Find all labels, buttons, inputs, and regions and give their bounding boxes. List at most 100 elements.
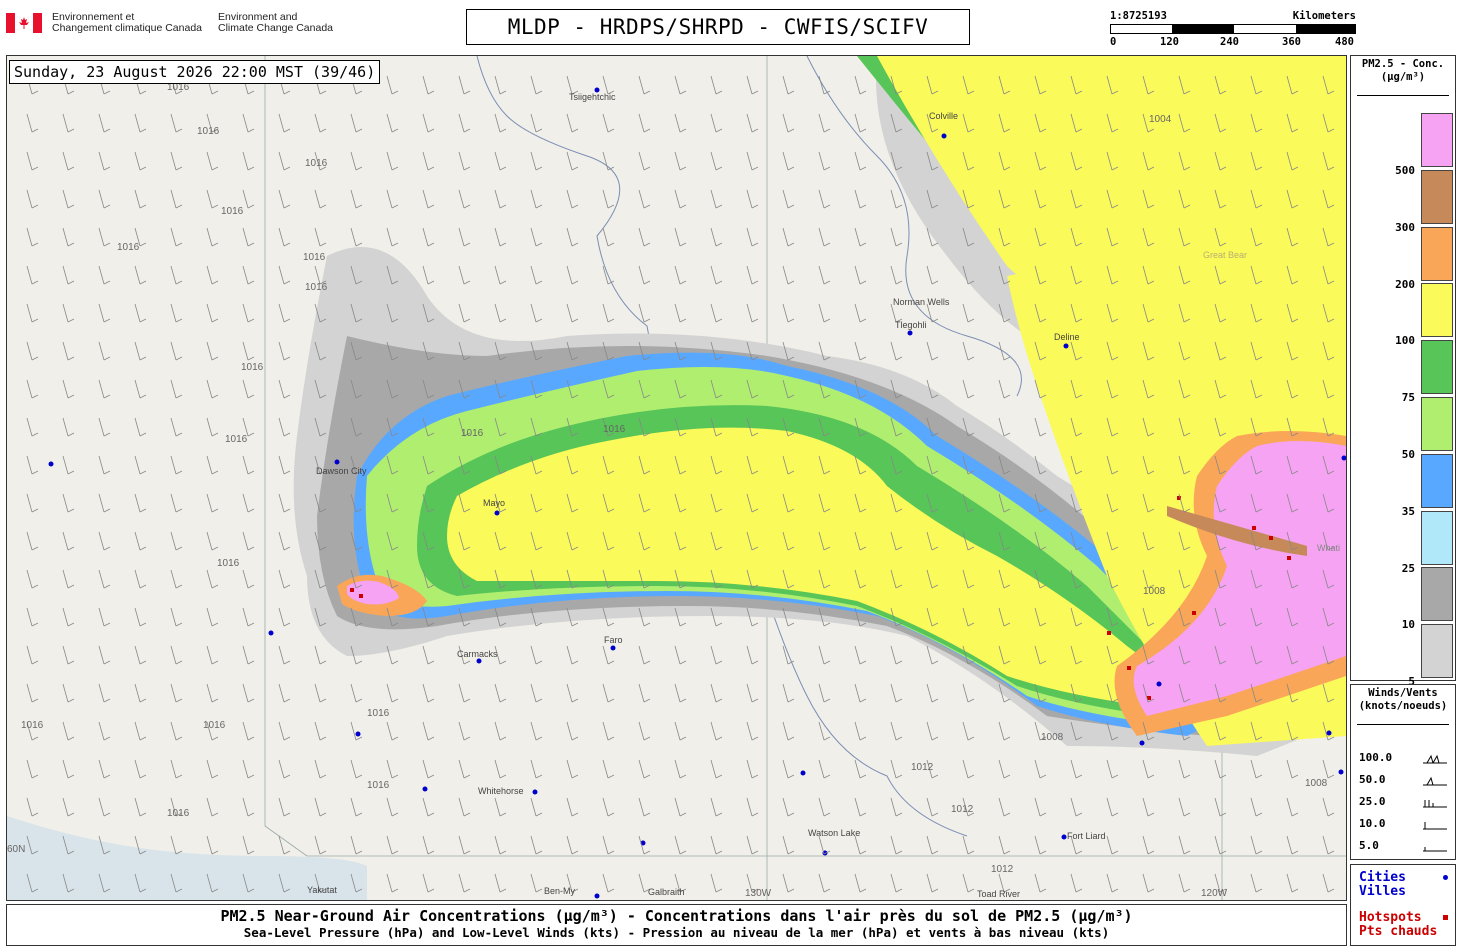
- wind-barb: [1070, 759, 1083, 779]
- wind-barb: [710, 113, 723, 133]
- wind-barb: [494, 303, 507, 323]
- wind-barb: [170, 607, 183, 627]
- wind-barb: [386, 759, 399, 779]
- isobar-label: 1016: [367, 708, 390, 719]
- wind-barb: [386, 113, 399, 133]
- wind-barb: [206, 303, 219, 323]
- scale-bar-graphic: [1110, 24, 1356, 34]
- wind-barb: [134, 759, 147, 779]
- wind-barb: [62, 493, 75, 513]
- wind-barb: [530, 189, 543, 209]
- wind-barb: [602, 303, 615, 323]
- wind-barb: [26, 379, 39, 399]
- city-label: Faro: [604, 635, 623, 645]
- city-label: Colville: [929, 111, 959, 121]
- wind-barb: [386, 835, 399, 855]
- wind-barb: [62, 569, 75, 589]
- wind-barb-icon: [1423, 776, 1447, 786]
- wind-barb: [26, 417, 39, 437]
- wind-barb: [458, 113, 471, 133]
- wind-barb: [422, 645, 435, 665]
- wind-barb: [602, 835, 615, 855]
- wind-barb: [1250, 873, 1263, 893]
- wind-barb: [278, 569, 291, 589]
- wind-barb: [350, 721, 363, 741]
- wind-barb: [1286, 835, 1299, 855]
- wind-barb: [1286, 873, 1299, 893]
- wind-barb: [170, 417, 183, 437]
- wind-barb: [458, 683, 471, 703]
- city-label: Great Bear: [1203, 250, 1248, 260]
- wind-barb: [1106, 759, 1119, 779]
- wind-barb: [854, 341, 867, 361]
- legend-level-5: 5: [1351, 624, 1455, 688]
- wind-barb: [314, 721, 327, 741]
- wind-barb: [134, 189, 147, 209]
- wind-barb: [962, 341, 975, 361]
- wind-barb: [890, 873, 903, 893]
- wind-barb: [1322, 835, 1335, 855]
- wind-barb: [926, 721, 939, 741]
- wind-barb: [1178, 797, 1191, 817]
- wind-barb: [278, 683, 291, 703]
- wind-barb: [278, 797, 291, 817]
- legend-level-10: 10: [1351, 567, 1455, 631]
- legend-level-100: 100: [1351, 283, 1455, 347]
- wind-barb: [530, 265, 543, 285]
- grid-label: 130W: [745, 888, 772, 899]
- wind-barb: [998, 379, 1011, 399]
- wind-barb: [638, 759, 651, 779]
- wind-barb: [602, 797, 615, 817]
- wind-barb: [926, 341, 939, 361]
- wind-barb: [62, 303, 75, 323]
- city-label: Watson Lake: [808, 828, 861, 838]
- wind-barb: [62, 189, 75, 209]
- map-canvas[interactable]: Tsiigehtchic Colville Norman Wells Tlego…: [6, 55, 1347, 901]
- wind-barb: [1250, 797, 1263, 817]
- cities-legend-label: Cities Villes: [1359, 870, 1406, 899]
- wind-barb: [386, 75, 399, 95]
- wind-barb: [386, 151, 399, 171]
- wind-barb: [530, 721, 543, 741]
- wind-barb: [638, 227, 651, 247]
- wind-barb: [494, 113, 507, 133]
- wind-barb: [206, 341, 219, 361]
- wind-barb: [170, 113, 183, 133]
- wind-barb: [206, 797, 219, 817]
- city-label: Tlegohli: [895, 320, 927, 330]
- legend-swatch: [1421, 169, 1453, 224]
- wind-barb: [1214, 835, 1227, 855]
- wind-barb: [26, 189, 39, 209]
- grid-label: 60N: [7, 844, 26, 855]
- wind-barb: [638, 683, 651, 703]
- wind-barb: [782, 683, 795, 703]
- wind-barb: [98, 645, 111, 665]
- wind-barb: [170, 569, 183, 589]
- concentration-legend: PM2.5 - Conc. (µg/m³) 500 300 200 100 75 50 35 2…: [1350, 55, 1456, 688]
- wind-barb: [386, 797, 399, 817]
- wind-barb: [530, 835, 543, 855]
- wind-barb: [98, 151, 111, 171]
- wind-barb: [746, 227, 759, 247]
- wind-barb: [422, 265, 435, 285]
- wind-barb: [134, 417, 147, 437]
- wind-barb: [854, 265, 867, 285]
- wind-barb: [710, 797, 723, 817]
- isobar-label: 1016: [367, 780, 390, 791]
- wind-barb: [422, 189, 435, 209]
- wind-barb: [782, 265, 795, 285]
- wind-barb: [26, 227, 39, 247]
- wind-barb: [638, 189, 651, 209]
- wind-barb: [278, 341, 291, 361]
- wind-barb: [1034, 759, 1047, 779]
- wind-barb: [314, 835, 327, 855]
- wind-barb: [1322, 873, 1335, 893]
- wind-barb: [386, 873, 399, 893]
- wind-barb: [530, 683, 543, 703]
- wind-barb: [350, 113, 363, 133]
- wind-barb: [242, 151, 255, 171]
- city-label: Fort Liard: [1067, 831, 1106, 841]
- wind-barb: [314, 683, 327, 703]
- wind-row-100: 100.0: [1359, 751, 1449, 771]
- wind-barb: [494, 873, 507, 893]
